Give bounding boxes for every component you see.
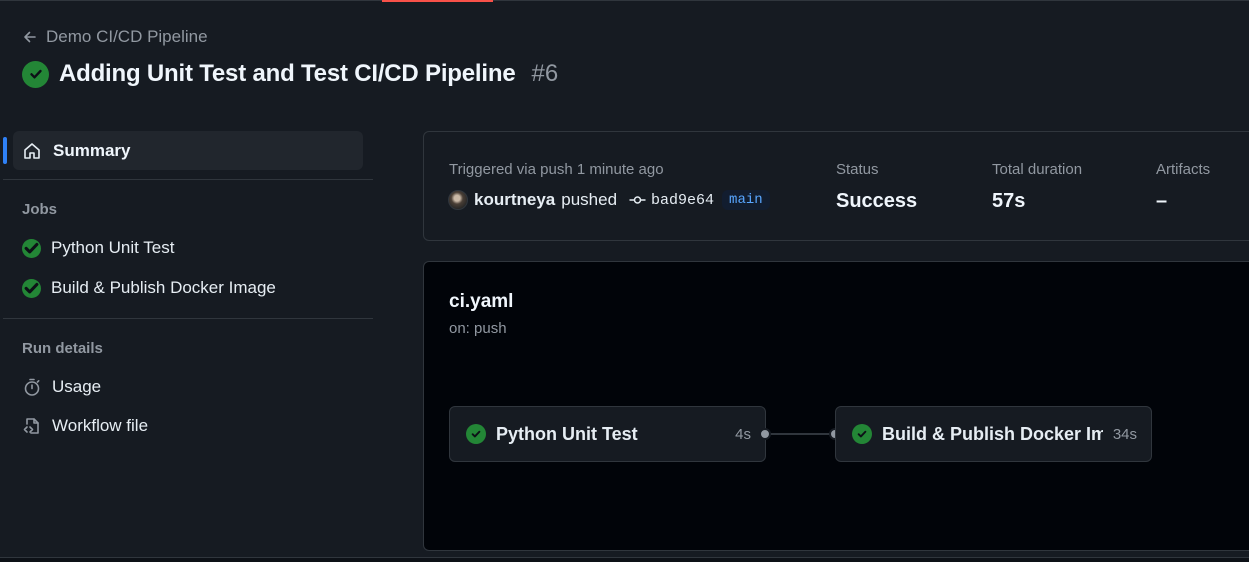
page-title: Adding Unit Test and Test CI/CD Pipeline…	[22, 58, 558, 90]
check-circle-icon	[22, 60, 49, 88]
job-node-duration: 34s	[1112, 425, 1137, 443]
status-value: Success	[836, 190, 918, 212]
actor-link[interactable]: kourtneya	[474, 190, 555, 210]
workflow-file-name[interactable]: ci.yaml	[449, 291, 513, 313]
run-details-heading: Run details	[22, 340, 103, 357]
sidebar-item-job-python-unit-test[interactable]: Python Unit Test	[22, 236, 174, 260]
avatar[interactable]	[448, 190, 468, 210]
sidebar-item-label: Workflow file	[52, 416, 149, 435]
status-stat: Status Success	[836, 161, 917, 213]
sidebar-item-label: Summary	[53, 140, 131, 160]
run-number: #6	[531, 60, 559, 87]
trigger-details: kourtneya pushed bad9e64 main	[448, 188, 770, 212]
artifacts-stat: Artifacts –	[1156, 161, 1210, 213]
run-summary-card: Triggered via push 1 minute ago kourtney…	[423, 131, 1249, 241]
status-label: Status	[836, 161, 879, 178]
sidebar-item-usage[interactable]: Usage	[22, 375, 101, 399]
artifacts-label: Artifacts	[1156, 161, 1211, 178]
selected-indicator	[3, 137, 7, 164]
arrow-left-icon	[24, 31, 36, 43]
branch-label[interactable]: main	[722, 190, 770, 210]
workflow-trigger: on: push	[449, 320, 507, 337]
workflow-graph-card: ci.yaml on: push Python Unit Test 4s Bui…	[423, 261, 1249, 551]
sidebar-item-summary[interactable]: Summary	[13, 131, 363, 170]
loading-progress-bar	[382, 0, 493, 2]
commit-sha: bad9e64	[651, 191, 715, 209]
home-icon	[24, 142, 40, 159]
connector-port	[759, 428, 771, 440]
run-title: Adding Unit Test and Test CI/CD Pipeline	[59, 60, 516, 87]
duration-stat: Total duration 57s	[992, 161, 1082, 213]
duration-label: Total duration	[992, 161, 1083, 178]
duration-value: 57s	[992, 190, 1026, 212]
top-border	[0, 0, 1249, 1]
job-node-name: Python Unit Test	[496, 423, 638, 444]
job-node-name: Build & Publish Docker Im...	[882, 423, 1103, 444]
back-link-label: Demo CI/CD Pipeline	[46, 27, 208, 46]
sidebar-item-job-build-publish[interactable]: Build & Publish Docker Image	[22, 276, 276, 300]
commit-link[interactable]: bad9e64	[629, 192, 714, 209]
sidebar-divider	[3, 318, 373, 319]
check-circle-icon	[852, 424, 872, 444]
check-circle-icon	[22, 238, 41, 258]
job-node-python-unit-test[interactable]: Python Unit Test 4s	[449, 406, 766, 462]
stopwatch-icon	[24, 378, 40, 396]
job-node-duration: 4s	[735, 425, 751, 443]
action-text: pushed	[561, 190, 618, 209]
job-dependency-connector	[766, 433, 836, 435]
sidebar-item-label: Python Unit Test	[51, 238, 175, 257]
check-circle-icon	[466, 424, 486, 444]
sidebar-divider	[3, 179, 373, 180]
sidebar-item-label: Build & Publish Docker Image	[51, 278, 276, 297]
file-code-icon	[23, 418, 39, 434]
sidebar-item-workflow-file[interactable]: Workflow file	[22, 414, 148, 438]
git-commit-icon	[629, 196, 646, 204]
back-link[interactable]: Demo CI/CD Pipeline	[22, 26, 208, 48]
artifacts-value: –	[1156, 190, 1168, 212]
trigger-text: Triggered via push 1 minute ago	[449, 161, 664, 178]
check-circle-icon	[22, 278, 41, 298]
job-node-build-publish[interactable]: Build & Publish Docker Im... 34s	[835, 406, 1152, 462]
sidebar-item-label: Usage	[52, 377, 102, 396]
jobs-heading: Jobs	[22, 201, 58, 218]
